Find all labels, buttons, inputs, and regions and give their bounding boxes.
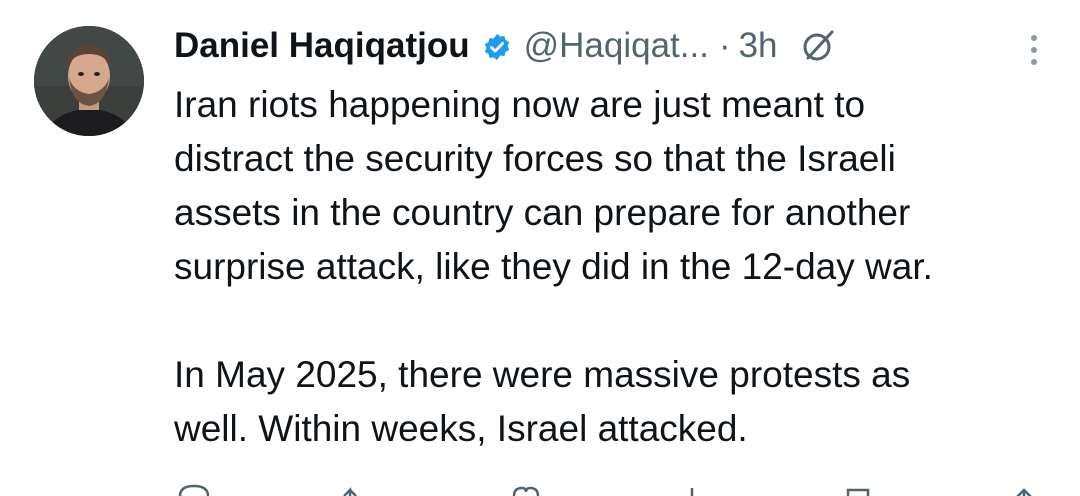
avatar[interactable] [34, 26, 144, 136]
tweet-actions [174, 484, 1044, 496]
tweet-paragraph-1: Iran riots happening now are just meant … [174, 84, 933, 287]
header-separator: · [718, 26, 731, 65]
author-name[interactable]: Daniel Haqiqatjou [174, 26, 470, 66]
tweet-timestamp[interactable]: 3h [739, 26, 778, 66]
bookmark-icon[interactable] [838, 484, 878, 496]
reply-icon[interactable] [174, 484, 214, 496]
verified-badge-icon [482, 31, 512, 61]
like-icon[interactable] [506, 484, 546, 496]
more-vertical-icon[interactable] [1024, 30, 1044, 70]
tweet-text: Iran riots happening now are just meant … [174, 78, 1064, 456]
grok-icon[interactable] [800, 28, 836, 64]
avatar-image [34, 26, 144, 136]
author-handle[interactable]: @Haqiqat... [524, 26, 709, 66]
retweet-icon[interactable] [340, 484, 380, 496]
tweet-header: Daniel Haqiqatjou @Haqiqat... · 3h [174, 20, 836, 72]
views-icon[interactable] [672, 484, 712, 496]
tweet-paragraph-2: In May 2025, there were massive protests… [174, 354, 911, 449]
share-icon[interactable] [1004, 484, 1044, 496]
tweet-card[interactable]: Daniel Haqiqatjou @Haqiqat... · 3h Iran … [0, 0, 1080, 496]
